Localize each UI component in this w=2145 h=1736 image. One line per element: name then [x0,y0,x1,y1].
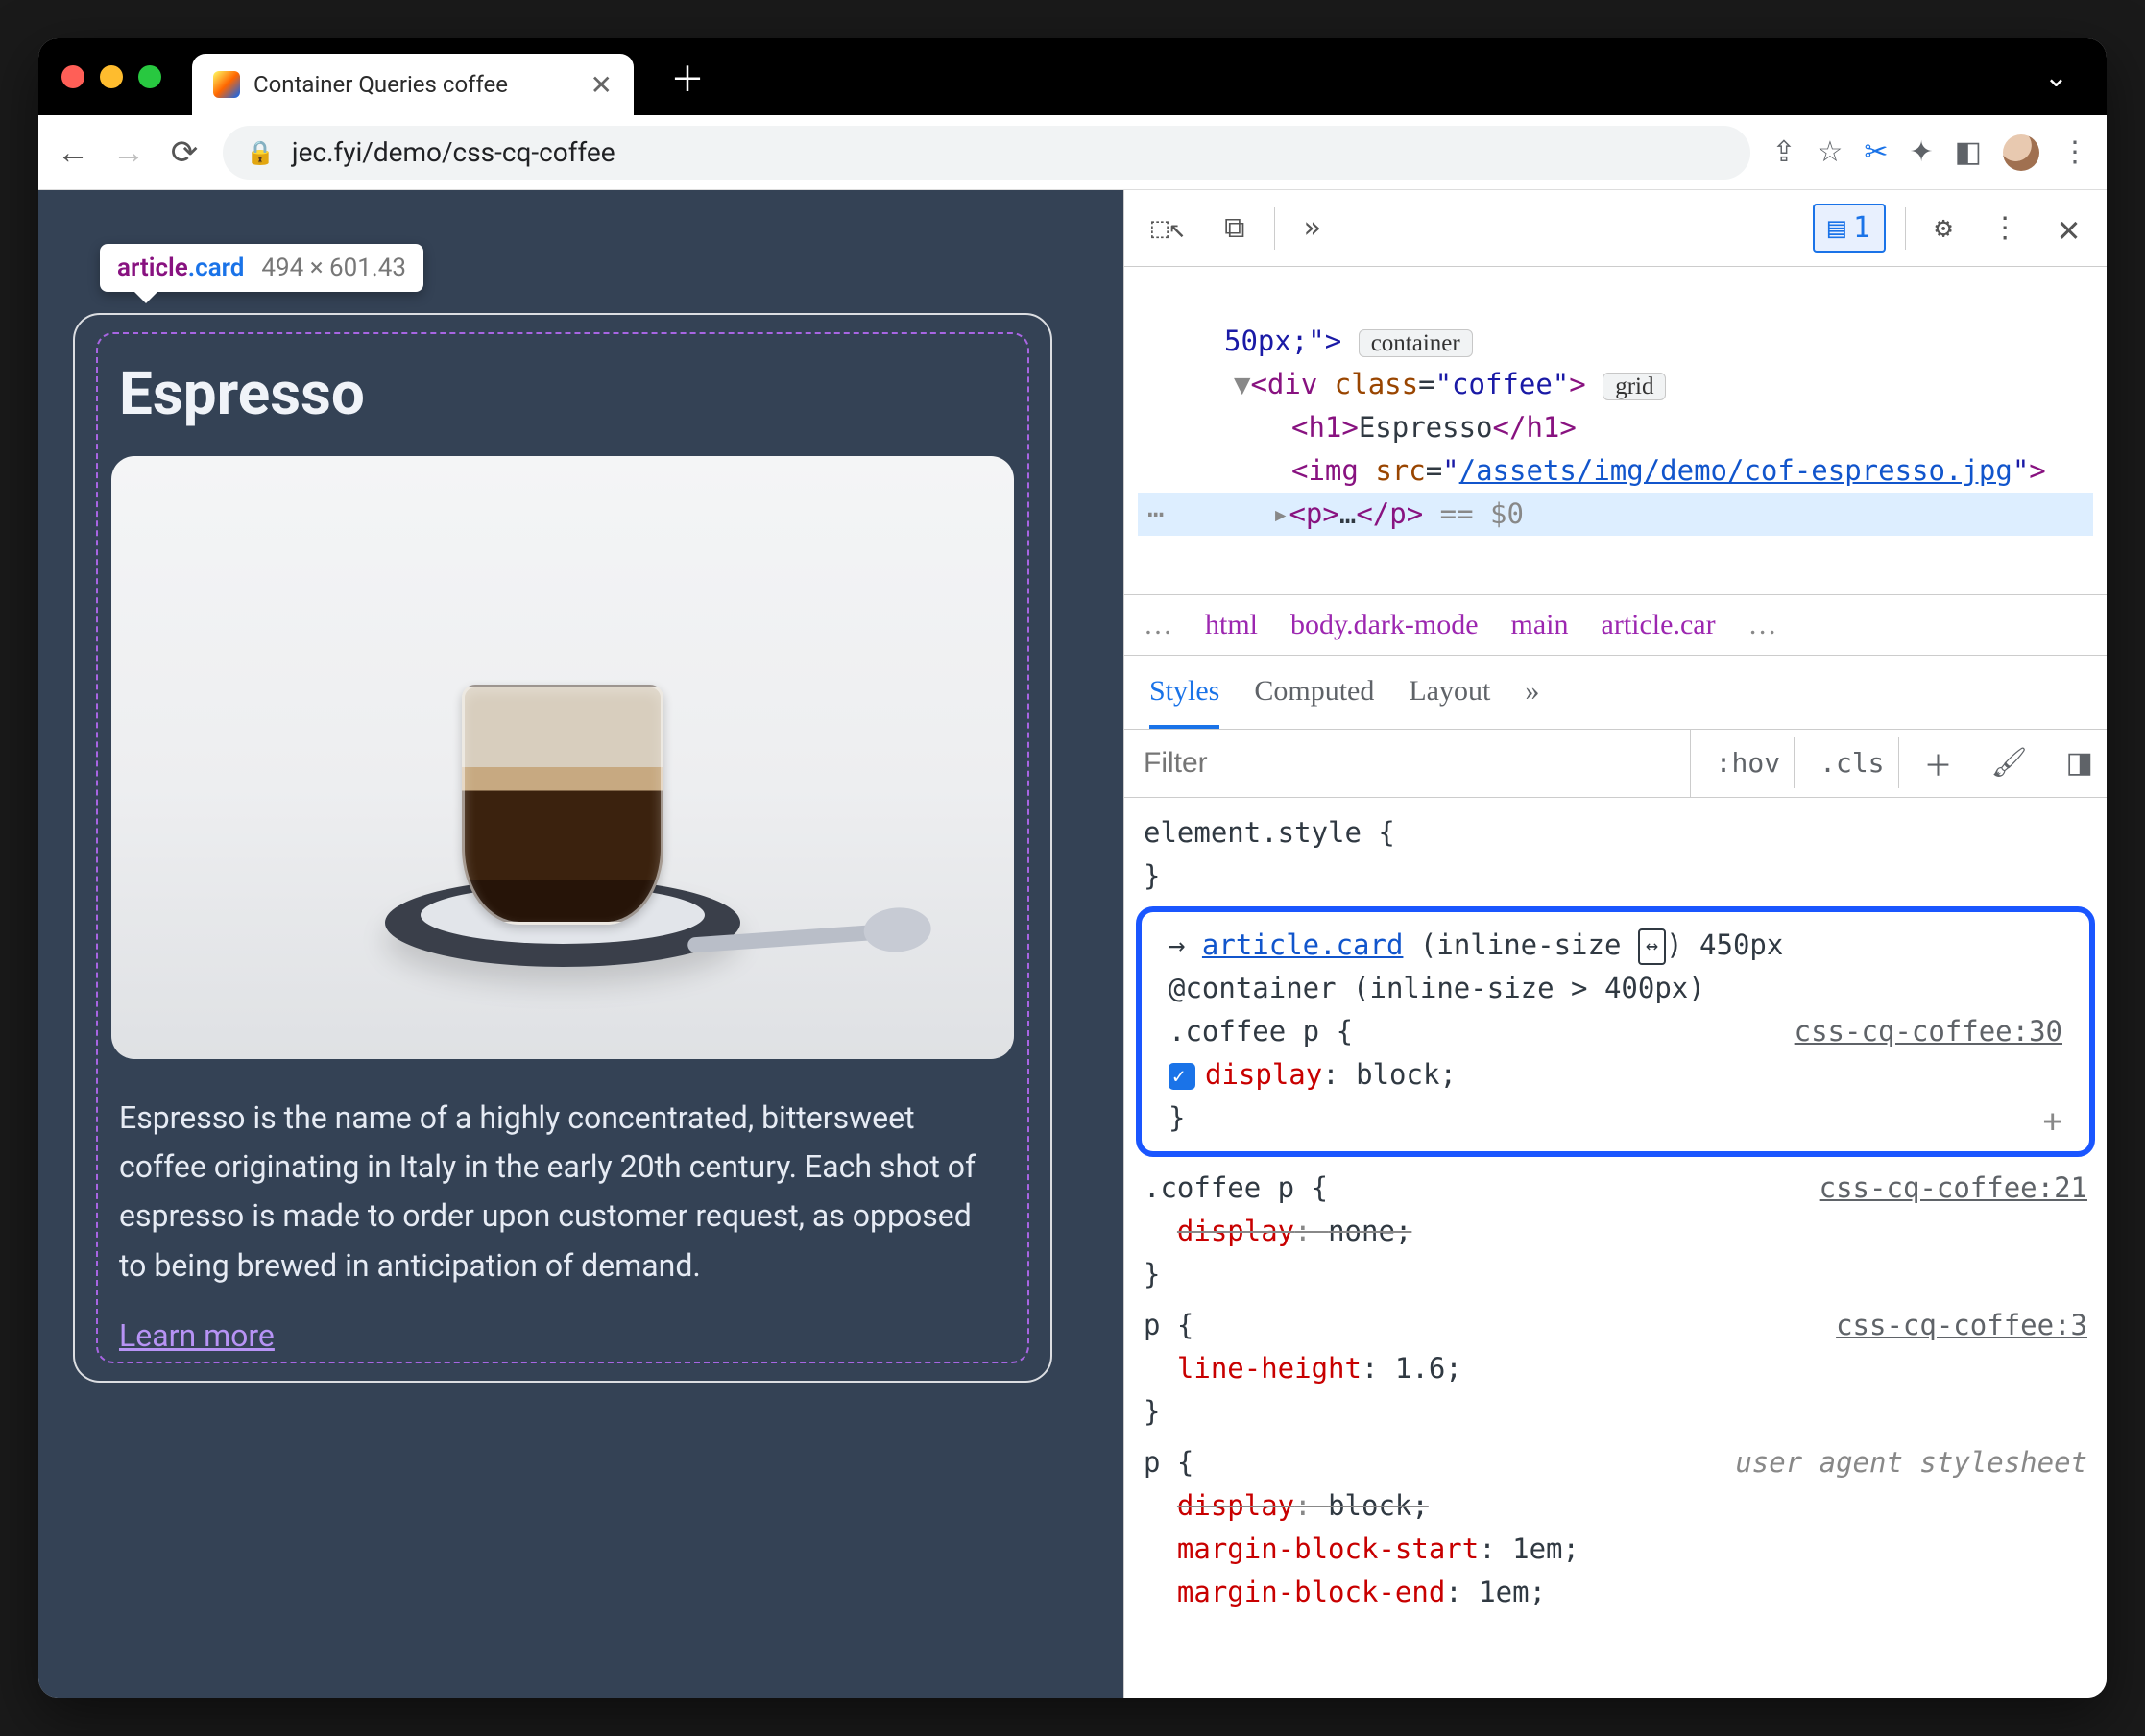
source-link-2[interactable]: css-cq-coffee:21 [1820,1167,2087,1210]
container-query-rule[interactable]: → article.card (inline-size ↔) 450px @co… [1149,920,2082,1144]
styles-rules[interactable]: element.style { } → article.card (inline… [1124,798,2107,1698]
maximize-window-button[interactable] [138,65,161,88]
card-heading: Espresso [119,359,1006,429]
page-viewport: article.card 494 × 601.43 Espresso Espre… [38,190,1123,1698]
ua-label: user agent stylesheet [1735,1441,2087,1484]
devtools-panel: ⬚↖ ⧉ » ▤ 1 ⚙ ⋮ ✕ 50px;"> container ▼<div… [1123,190,2107,1698]
browser-tab[interactable]: Container Queries coffee ✕ [192,54,634,115]
elements-tree[interactable]: 50px;"> container ▼<div class="coffee"> … [1124,267,2107,595]
styles-tabs: Styles Computed Layout » [1124,656,2107,730]
inspect-tooltip: article.card 494 × 601.43 [100,244,423,292]
source-link-1[interactable]: css-cq-coffee:30 [1795,1010,2062,1053]
minimize-window-button[interactable] [100,65,123,88]
element-style-rule[interactable]: element.style { } [1124,808,2107,902]
prop-checkbox[interactable] [1169,1063,1195,1090]
nav-toolbar: ← → ⟳ 🔒 jec.fyi/demo/css-cq-coffee ⇪ ☆ ✂… [38,115,2107,190]
extensions-icon[interactable]: ✦ [1910,135,1934,169]
panel-toggle-icon[interactable]: ◨ [2053,736,2107,789]
inspect-icon[interactable]: ⬚↖ [1142,205,1195,251]
tooltip-selector: article.card [117,253,244,282]
ua-stylesheet-rule[interactable]: p {user agent stylesheet display: block;… [1124,1437,2107,1618]
back-button[interactable]: ← [56,133,90,172]
more-tabs-icon[interactable]: » [1294,205,1331,251]
device-toggle-icon[interactable]: ⧉ [1215,205,1254,251]
styles-filter-input[interactable] [1124,730,1691,797]
cup-shape [462,685,663,925]
card-paragraph: Espresso is the name of a highly concent… [119,1094,1006,1290]
breadcrumb-overflow-left[interactable]: … [1144,609,1172,641]
highlighted-container-rule: → article.card (inline-size ↔) 450px @co… [1136,906,2095,1157]
forward-button[interactable]: → [111,133,146,172]
breadcrumb-main[interactable]: main [1511,609,1569,641]
favicon [213,71,240,98]
reload-button[interactable]: ⟳ [167,133,202,172]
container-link[interactable]: article.card [1202,928,1404,961]
lock-icon: 🔒 [246,139,275,166]
settings-icon[interactable]: ⚙ [1925,205,1962,251]
kebab-menu-icon[interactable]: ⋮ [2061,135,2089,169]
profile-avatar[interactable] [2003,134,2039,171]
tab-title: Container Queries coffee [253,71,577,98]
kebab-icon[interactable]: ⋮ [1981,205,2029,251]
tab-close-icon[interactable]: ✕ [590,69,613,101]
browser-window: Container Queries coffee ✕ ＋ ⌄ ← → ⟳ 🔒 j… [38,38,2107,1698]
sidepanel-icon[interactable]: ◧ [1955,135,1982,169]
add-property-icon[interactable]: + [2043,1097,2062,1147]
window-controls [61,65,161,88]
tooltip-dimensions: 494 × 601.43 [261,253,406,282]
tab-computed[interactable]: Computed [1254,675,1374,729]
issues-badge[interactable]: ▤ 1 [1813,204,1886,253]
breadcrumb-overflow-right[interactable]: … [1748,609,1777,641]
devtools-toolbar: ⬚↖ ⧉ » ▤ 1 ⚙ ⋮ ✕ [1124,190,2107,267]
img-src-link[interactable]: /assets/img/demo/cof-espresso.jpg [1459,454,2012,487]
styles-filter-row: :hov .cls ＋ 🖌 ◨ [1124,730,2107,798]
chevron-down-icon[interactable]: ⌄ [2044,60,2068,94]
address-bar[interactable]: 🔒 jec.fyi/demo/css-cq-coffee [223,126,1750,180]
p-lineheight-rule[interactable]: p {css-cq-coffee:3 line-height: 1.6; } [1124,1300,2107,1437]
hov-toggle[interactable]: :hov [1702,737,1795,788]
source-link-3[interactable]: css-cq-coffee:3 [1836,1304,2087,1347]
breadcrumb-body[interactable]: body.dark-mode [1290,609,1479,641]
issues-count: 1 [1853,211,1870,245]
share-icon[interactable]: ⇪ [1771,135,1796,169]
devtools-close-icon[interactable]: ✕ [2048,202,2089,255]
coffee-p-rule-overridden[interactable]: .coffee p {css-cq-coffee:21 display: non… [1124,1163,2107,1300]
scissors-icon[interactable]: ✂ [1864,135,1888,169]
breadcrumb-trail: … html body.dark-mode main article.car … [1124,595,2107,656]
bookmark-icon[interactable]: ☆ [1817,135,1843,169]
breadcrumb-html[interactable]: html [1205,609,1258,641]
tab-more-icon[interactable]: » [1525,675,1539,729]
content-split: article.card 494 × 601.43 Espresso Espre… [38,190,2107,1698]
url-text: jec.fyi/demo/css-cq-coffee [292,136,1727,168]
selected-element-row[interactable]: ⋯▸<p>…</p> == $0 [1138,493,2093,536]
new-tab-button[interactable]: ＋ [670,52,705,102]
article-card: Espresso Espresso is the name of a highl… [73,313,1052,1383]
breadcrumb-article[interactable]: article.car [1602,609,1716,641]
tab-layout[interactable]: Layout [1409,675,1490,729]
cls-toggle[interactable]: .cls [1806,737,1898,788]
coffee-image [111,456,1014,1059]
titlebar: Container Queries coffee ✕ ＋ ⌄ [38,38,2107,115]
close-window-button[interactable] [61,65,84,88]
chat-icon: ▤ [1828,211,1845,245]
grid-pill[interactable]: grid [1603,373,1666,400]
container-pill[interactable]: container [1359,329,1473,357]
inline-size-icon: ↔ [1638,928,1666,965]
tab-styles[interactable]: Styles [1149,675,1219,729]
new-rule-icon[interactable]: ＋ [1911,733,1966,794]
paint-icon[interactable]: 🖌 [1978,736,2041,789]
learn-more-link[interactable]: Learn more [119,1317,275,1354]
